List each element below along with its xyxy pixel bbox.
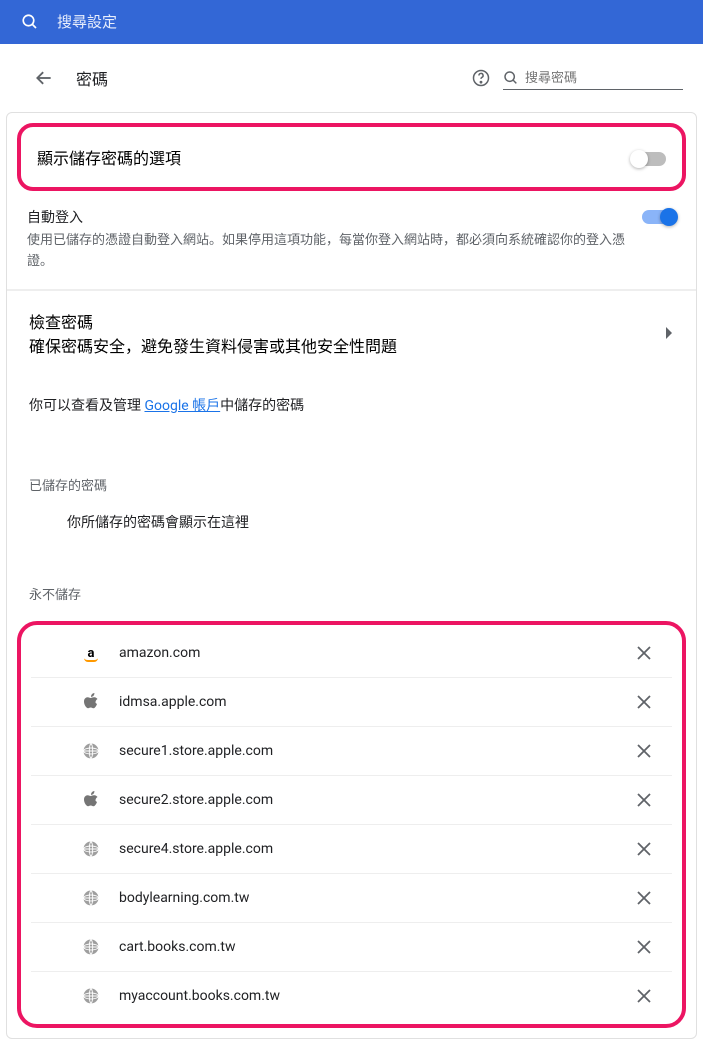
remove-button[interactable] — [630, 937, 658, 957]
remove-button[interactable] — [630, 888, 658, 908]
back-button[interactable] — [30, 64, 58, 92]
never-save-row: secure2.store.apple.com — [31, 776, 672, 825]
never-save-row: secure4.store.apple.com — [31, 825, 672, 874]
offer-save-passwords-row: 顯示儲存密碼的選項 — [17, 123, 686, 191]
never-save-header: 永不儲存 — [7, 544, 696, 615]
auto-signin-row: 自動登入 使用已儲存的憑證自動登入網站。如果停用這項功能，每當你登入網站時，都必… — [7, 191, 696, 290]
never-save-row: bodylearning.com.tw — [31, 874, 672, 923]
auto-signin-desc: 使用已儲存的憑證自動登入網站。如果停用這項功能，每當你登入網站時，都必須向系統確… — [27, 231, 642, 273]
remove-button[interactable] — [630, 986, 658, 1006]
password-search-field[interactable] — [503, 66, 683, 90]
site-domain: cart.books.com.tw — [119, 939, 630, 955]
check-passwords-label: 檢查密碼 — [29, 309, 666, 333]
globe-icon — [81, 937, 101, 957]
site-domain: secure4.store.apple.com — [119, 841, 630, 857]
check-passwords-row[interactable]: 檢查密碼 確保密碼安全，避免發生資料侵害或其他安全性問題 — [7, 290, 696, 375]
never-save-row: idmsa.apple.com — [31, 678, 672, 727]
help-icon[interactable] — [471, 68, 491, 88]
google-account-link[interactable]: Google 帳戶 — [144, 398, 220, 414]
site-domain: idmsa.apple.com — [119, 694, 630, 710]
apple-icon — [81, 692, 101, 712]
never-save-row: secure1.store.apple.com — [31, 727, 672, 776]
globe-icon — [81, 986, 101, 1006]
globe-icon — [81, 839, 101, 859]
amazon-icon: a — [81, 643, 101, 663]
globe-icon — [81, 888, 101, 908]
remove-button[interactable] — [630, 839, 658, 859]
auto-signin-label: 自動登入 — [27, 207, 642, 227]
offer-save-toggle[interactable] — [632, 152, 666, 166]
never-save-row: myaccount.books.com.tw — [31, 972, 672, 1020]
settings-search-bar[interactable] — [0, 0, 703, 44]
never-save-row: cart.books.com.tw — [31, 923, 672, 972]
site-domain: amazon.com — [119, 645, 630, 661]
search-icon — [21, 13, 39, 31]
password-search-input[interactable] — [525, 66, 683, 89]
remove-button[interactable] — [630, 790, 658, 810]
page-title: 密碼 — [76, 66, 471, 90]
site-domain: myaccount.books.com.tw — [119, 988, 630, 1004]
never-save-list: a amazon.com idmsa.apple.com secure1.store.… — [17, 621, 686, 1028]
site-domain: bodylearning.com.tw — [119, 890, 630, 906]
chevron-right-icon — [666, 327, 674, 339]
auto-signin-toggle[interactable] — [642, 210, 676, 224]
never-save-row: a amazon.com — [31, 629, 672, 678]
site-domain: secure1.store.apple.com — [119, 743, 630, 759]
offer-save-label: 顯示儲存密碼的選項 — [37, 145, 632, 169]
manage-passwords-text: 你可以查看及管理 Google 帳戶中儲存的密碼 — [7, 375, 696, 435]
settings-search-input[interactable] — [57, 14, 682, 31]
remove-button[interactable] — [630, 643, 658, 663]
site-domain: secure2.store.apple.com — [119, 792, 630, 808]
apple-icon — [81, 790, 101, 810]
globe-icon — [81, 741, 101, 761]
saved-passwords-header: 已儲存的密碼 — [7, 435, 696, 506]
check-passwords-desc: 確保密碼安全，避免發生資料侵害或其他安全性問題 — [29, 333, 666, 357]
remove-button[interactable] — [630, 692, 658, 712]
saved-passwords-empty: 你所儲存的密碼會顯示在這裡 — [7, 506, 696, 544]
search-icon — [503, 70, 519, 86]
remove-button[interactable] — [630, 741, 658, 761]
